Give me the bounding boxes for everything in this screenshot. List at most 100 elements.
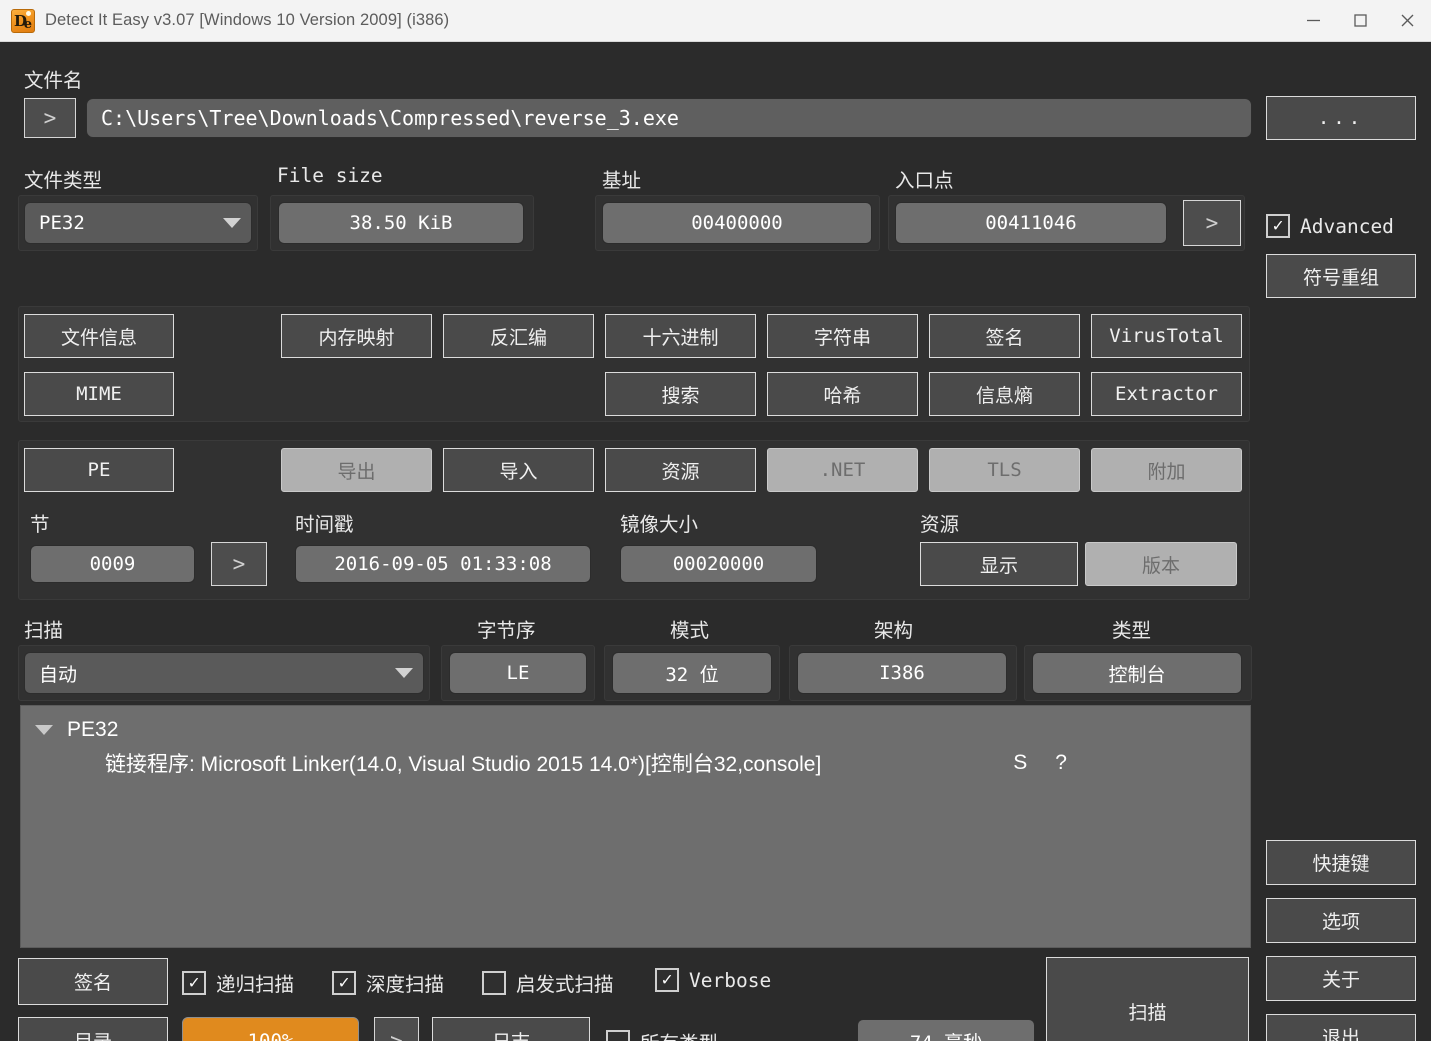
scan-progress-bar: 100% xyxy=(182,1017,359,1041)
title-bar: D e Detect It Easy v3.07 [Windows 10 Ver… xyxy=(0,0,1431,42)
baseaddress-label: 基址 xyxy=(602,164,641,193)
imagesize-label: 镜像大小 xyxy=(620,508,698,537)
recursive-scan-label: 递归扫描 xyxy=(216,968,294,997)
deep-scan-label: 深度扫描 xyxy=(366,968,444,997)
tool-disassembler-button[interactable]: 反汇编 xyxy=(443,314,594,358)
tool-memory-map-button[interactable]: 内存映射 xyxy=(281,314,432,358)
tool-mime-button[interactable]: MIME xyxy=(24,372,174,416)
entrypoint-label: 入口点 xyxy=(895,164,954,193)
options-button[interactable]: 选项 xyxy=(1266,898,1416,943)
type-label: 类型 xyxy=(1112,614,1151,643)
hotkeys-button[interactable]: 快捷键 xyxy=(1266,840,1416,885)
heuristic-scan-checkbox-row[interactable]: 启发式扫描 xyxy=(482,968,614,997)
tool-entropy-button[interactable]: 信息熵 xyxy=(929,372,1080,416)
all-types-label: 所有类型 xyxy=(640,1027,718,1041)
result-signature-mark[interactable]: S xyxy=(1013,751,1027,775)
deep-scan-checkbox-row[interactable]: ✓ 深度扫描 xyxy=(332,968,444,997)
endian-value: LE xyxy=(449,652,587,694)
chevron-down-icon[interactable] xyxy=(35,725,53,735)
resources-version-button: 版本 xyxy=(1085,542,1237,586)
resources-show-button[interactable]: 显示 xyxy=(920,542,1078,586)
about-button[interactable]: 关于 xyxy=(1266,956,1416,1001)
maximize-icon[interactable] xyxy=(1337,0,1384,41)
endian-label: 字节序 xyxy=(477,614,536,643)
tool-file-info-button[interactable]: 文件信息 xyxy=(24,314,174,358)
result-help-mark[interactable]: ? xyxy=(1055,751,1067,775)
window-controls xyxy=(1290,0,1431,41)
result-root-row[interactable]: PE32 xyxy=(35,718,1250,742)
type-value: 控制台 xyxy=(1032,652,1242,694)
advanced-checkbox[interactable]: ✓ xyxy=(1266,214,1290,238)
exit-button[interactable]: 退出 xyxy=(1266,1014,1416,1041)
mode-value: 32 位 xyxy=(612,652,772,694)
sections-goto-button[interactable]: > xyxy=(211,542,267,586)
result-root-label: PE32 xyxy=(67,718,118,742)
filepath-input[interactable]: C:\Users\Tree\Downloads\Compressed\rever… xyxy=(86,98,1252,138)
filesize-value: 38.50 KiB xyxy=(278,202,524,244)
minimize-icon[interactable] xyxy=(1290,0,1337,41)
filename-expand-button[interactable]: > xyxy=(24,98,76,138)
scan-mode-combobox[interactable]: 自动 xyxy=(24,652,424,694)
scan-button[interactable]: 扫描 xyxy=(1046,957,1249,1041)
all-types-checkbox-row[interactable]: 所有类型 xyxy=(606,1027,718,1041)
entrypoint-goto-button[interactable]: > xyxy=(1183,200,1241,246)
resources-label: 资源 xyxy=(920,508,959,537)
close-icon[interactable] xyxy=(1384,0,1431,41)
verbose-checkbox-row[interactable]: ✓ Verbose xyxy=(655,968,771,992)
filename-label: 文件名 xyxy=(24,64,83,93)
log-button[interactable]: 日志 xyxy=(432,1017,590,1041)
recursive-scan-checkbox[interactable]: ✓ xyxy=(182,971,206,995)
arch-value: I386 xyxy=(797,652,1007,694)
recursive-scan-checkbox-row[interactable]: ✓ 递归扫描 xyxy=(182,968,294,997)
pe-overlay-button: 附加 xyxy=(1091,448,1242,492)
mode-label: 模式 xyxy=(670,614,709,643)
symbol-regroup-button[interactable]: 符号重组 xyxy=(1266,254,1416,298)
window-title: Detect It Easy v3.07 [Windows 10 Version… xyxy=(45,11,449,30)
tool-search-button[interactable]: 搜索 xyxy=(605,372,756,416)
tool-signatures-button[interactable]: 签名 xyxy=(929,314,1080,358)
tool-virustotal-button[interactable]: VirusTotal xyxy=(1091,314,1242,358)
verbose-label: Verbose xyxy=(689,969,771,992)
pe-import-button[interactable]: 导入 xyxy=(443,448,594,492)
sections-value: 0009 xyxy=(30,545,195,583)
entrypoint-value: 00411046 xyxy=(895,202,1167,244)
chevron-down-icon xyxy=(223,218,241,228)
result-detail-label: 链接程序: Microsoft Linker(14.0, Visual Stud… xyxy=(105,748,821,778)
main-window: 文件名 > C:\Users\Tree\Downloads\Compressed… xyxy=(0,42,1431,1041)
browse-button[interactable]: ... xyxy=(1266,96,1416,140)
deep-scan-checkbox[interactable]: ✓ xyxy=(332,971,356,995)
filetype-label: 文件类型 xyxy=(24,164,102,193)
scan-results-panel[interactable]: PE32 链接程序: Microsoft Linker(14.0, Visual… xyxy=(20,705,1251,948)
timestamp-label: 时间戳 xyxy=(295,508,354,537)
filetype-value: PE32 xyxy=(39,212,85,234)
pe-resources-button[interactable]: 资源 xyxy=(605,448,756,492)
scan-mode-value: 自动 xyxy=(39,660,77,687)
filetype-combobox[interactable]: PE32 xyxy=(24,202,252,244)
advanced-label: Advanced xyxy=(1300,215,1394,238)
filesize-label: File size xyxy=(277,164,383,187)
sections-label: 节 xyxy=(30,508,50,537)
heuristic-scan-checkbox[interactable] xyxy=(482,971,506,995)
all-types-checkbox[interactable] xyxy=(606,1030,630,1041)
imagesize-value: 00020000 xyxy=(620,545,817,583)
progress-next-button[interactable]: > xyxy=(374,1017,419,1041)
elapsed-time-value: 74 毫秒 xyxy=(857,1019,1035,1041)
pe-dotnet-button: .NET xyxy=(767,448,918,492)
result-detail-row[interactable]: 链接程序: Microsoft Linker(14.0, Visual Stud… xyxy=(105,748,1250,778)
pe-tls-button: TLS xyxy=(929,448,1080,492)
bottom-directory-button[interactable]: 目录 xyxy=(18,1017,168,1041)
verbose-checkbox[interactable]: ✓ xyxy=(655,968,679,992)
app-logo-icon: D e xyxy=(11,9,35,33)
tool-extractor-button[interactable]: Extractor xyxy=(1091,372,1242,416)
chevron-down-icon xyxy=(395,668,413,678)
tool-hash-button[interactable]: 哈希 xyxy=(767,372,918,416)
advanced-checkbox-row[interactable]: ✓ Advanced xyxy=(1266,214,1394,238)
pe-export-button: 导出 xyxy=(281,448,432,492)
tool-strings-button[interactable]: 字符串 xyxy=(767,314,918,358)
app-logo-e: e xyxy=(24,17,32,32)
timestamp-value: 2016-09-05 01:33:08 xyxy=(295,545,591,583)
tool-hex-button[interactable]: 十六进制 xyxy=(605,314,756,358)
app-logo-dot xyxy=(26,11,31,16)
bottom-signatures-button[interactable]: 签名 xyxy=(18,958,168,1005)
pe-button[interactable]: PE xyxy=(24,448,174,492)
